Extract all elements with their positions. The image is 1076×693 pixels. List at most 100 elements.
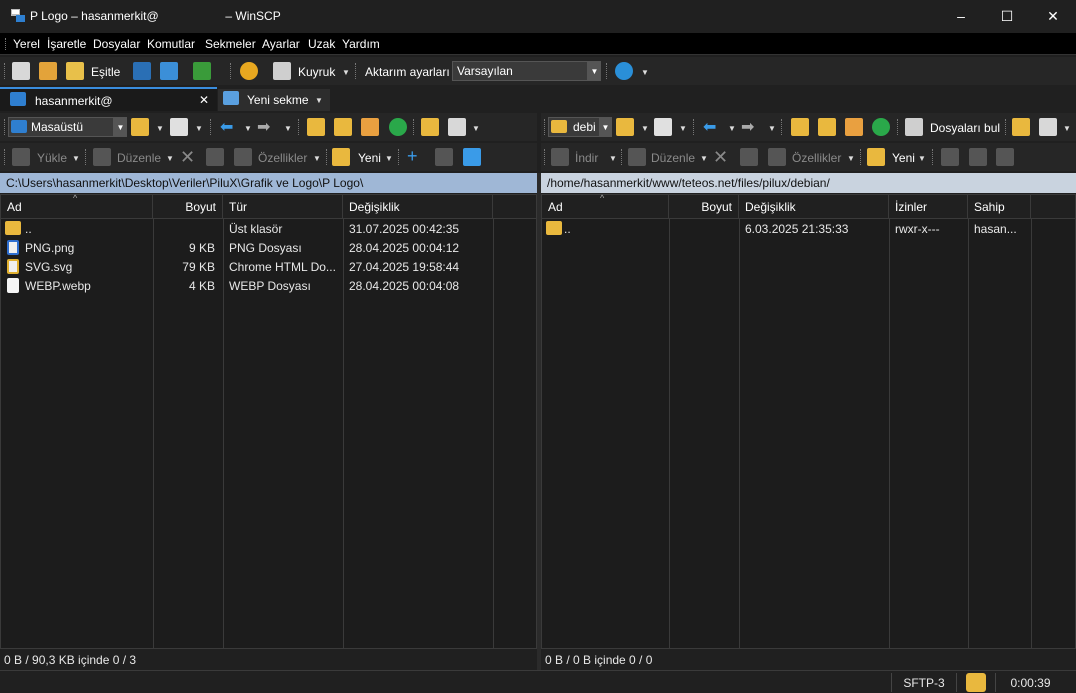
left-edit-button[interactable]: Düzenle [117,151,161,165]
left-forward-icon[interactable]: ➡ [257,117,270,137]
menu-files[interactable]: Dosyalar [93,37,140,51]
menu-commands[interactable]: Komutlar [147,37,195,51]
right-open-folder-icon[interactable] [616,118,634,136]
left-refresh-icon[interactable] [389,118,407,136]
left-col-size[interactable]: Boyut [153,195,223,219]
left-select-plus-icon[interactable]: + [407,146,418,167]
table-row[interactable]: .. 6.03.2025 21:35:33 rwxr-x--- hasan... [542,220,1075,239]
left-properties-icon[interactable] [234,148,252,166]
right-new-icon[interactable] [867,148,885,166]
synchronize-label[interactable]: Eşitle [91,65,120,79]
left-open-folder-icon[interactable] [131,118,149,136]
right-edit-icon[interactable] [628,148,646,166]
right-drive-dropdown-icon[interactable]: ▼ [599,117,612,137]
left-back-icon[interactable]: ⬅ [220,117,233,137]
maximize-button[interactable]: ☐ [984,0,1030,32]
queue-icon[interactable] [273,62,291,80]
compare-directories-icon[interactable] [12,62,30,80]
left-parent-dir-icon[interactable] [307,118,325,136]
right-path-bar[interactable]: /home/hasanmerkit/www/teteos.net/files/p… [541,173,1076,193]
putty-icon[interactable] [160,62,178,80]
right-back-icon[interactable]: ⬅ [703,117,716,137]
transfer-sync-dropdown-icon[interactable]: ▼ [641,68,649,77]
right-col-permissions[interactable]: İzinler [889,195,968,219]
left-home-icon[interactable] [361,118,379,136]
upload-button[interactable]: Yükle [37,151,67,165]
preferences-gear-icon[interactable] [240,62,258,80]
left-new-icon[interactable] [332,148,350,166]
left-new-button[interactable]: Yeni [358,151,381,165]
right-properties-icon[interactable] [768,148,786,166]
menu-local[interactable]: Yerel [13,37,40,51]
right-rename-icon[interactable] [740,148,758,166]
right-filter-icon[interactable] [654,118,672,136]
right-col-modified[interactable]: Değişiklik [739,195,889,219]
queue-dropdown-icon[interactable]: ▼ [342,68,350,77]
right-parent-dir-icon[interactable] [791,118,809,136]
table-row[interactable]: .. Üst klasör 31.07.2025 00:42:35 [1,220,536,239]
left-col-modified[interactable]: Değişiklik [343,195,493,219]
minimize-button[interactable]: – [938,0,984,32]
right-home-icon[interactable] [845,118,863,136]
table-row[interactable]: PNG.png 9 KB PNG Dosyası 28.04.2025 00:0… [1,239,536,258]
left-col-type[interactable]: Tür [223,195,343,219]
left-edit-icon[interactable] [93,148,111,166]
right-tree-icon[interactable] [1012,118,1030,136]
webp-file-icon [7,278,19,293]
tab-session[interactable]: hasanmerkit@ ✕ [0,87,217,111]
right-col-name[interactable]: Ad [542,195,669,219]
left-delete-icon[interactable]: ✕ [180,147,195,168]
console-icon[interactable] [133,62,151,80]
table-row[interactable]: WEBP.webp 4 KB WEBP Dosyası 28.04.2025 0… [1,277,536,296]
right-forward-icon[interactable]: ➡ [741,117,754,137]
right-properties-button[interactable]: Özellikler [792,151,841,165]
queue-label[interactable]: Kuyruk [298,65,335,79]
right-col-owner[interactable]: Sahip [968,195,1031,219]
transfer-sync-icon[interactable] [615,62,633,80]
upload-icon[interactable] [12,148,30,166]
menu-remote[interactable]: Uzak [308,37,335,51]
right-view-icon[interactable] [1039,118,1057,136]
encryption-lock-icon[interactable] [966,673,986,692]
right-refresh-icon[interactable] [872,118,890,136]
left-drive-dropdown-icon[interactable]: ▼ [114,117,127,137]
close-tab-icon[interactable]: ✕ [199,93,209,107]
left-filter-icon[interactable] [170,118,188,136]
left-rename-icon[interactable] [206,148,224,166]
right-root-dir-icon[interactable] [818,118,836,136]
menu-help[interactable]: Yardım [342,37,380,51]
refresh-session-icon[interactable] [193,62,211,80]
download-icon[interactable] [551,148,569,166]
right-edit-button[interactable]: Düzenle [651,151,695,165]
right-filter-select-icon[interactable] [996,148,1014,166]
table-row[interactable]: SVG.svg 79 KB Chrome HTML Do... 27.04.20… [1,258,536,277]
left-root-dir-icon[interactable] [334,118,352,136]
download-button[interactable]: İndir [575,151,598,165]
find-files-icon[interactable] [905,118,923,136]
right-new-button[interactable]: Yeni [892,151,915,165]
right-col-size[interactable]: Boyut [669,195,739,219]
right-delete-icon[interactable]: ✕ [713,147,728,168]
transfer-settings-dropdown-icon[interactable]: ▼ [588,61,601,81]
right-unselect-icon[interactable] [969,148,987,166]
left-unselect-icon[interactable] [435,148,453,166]
left-view-icon[interactable] [448,118,466,136]
synchronize-browsing-icon[interactable] [39,62,57,80]
close-window-button[interactable]: ✕ [1030,0,1076,32]
menu-mark[interactable]: İşaretle [47,37,86,51]
left-file-list[interactable]: Ad ^ Boyut Tür Değişiklik .. Üst klasör … [0,193,537,649]
synchronize-icon[interactable] [66,62,84,80]
right-file-list[interactable]: Ad ^ Boyut Değişiklik İzinler Sahip .. 6… [541,193,1076,649]
find-files-button[interactable]: Dosyaları bul [930,121,1000,135]
left-filter-select-icon[interactable] [463,148,481,166]
right-select-plus-icon[interactable] [941,148,959,166]
left-path-bar[interactable]: C:\Users\hasanmerkit\Desktop\Veriler\Pil… [0,173,537,193]
left-properties-button[interactable]: Özellikler [258,151,307,165]
left-tree-icon[interactable] [421,118,439,136]
transfer-settings-select[interactable]: Varsayılan [452,61,588,81]
menu-options[interactable]: Ayarlar [262,37,300,51]
new-tab-dropdown-icon[interactable]: ▼ [315,96,323,105]
tab-new[interactable]: Yeni sekme ▼ [218,89,330,111]
svg-file-icon [7,259,19,274]
menu-tabs[interactable]: Sekmeler [205,37,256,51]
